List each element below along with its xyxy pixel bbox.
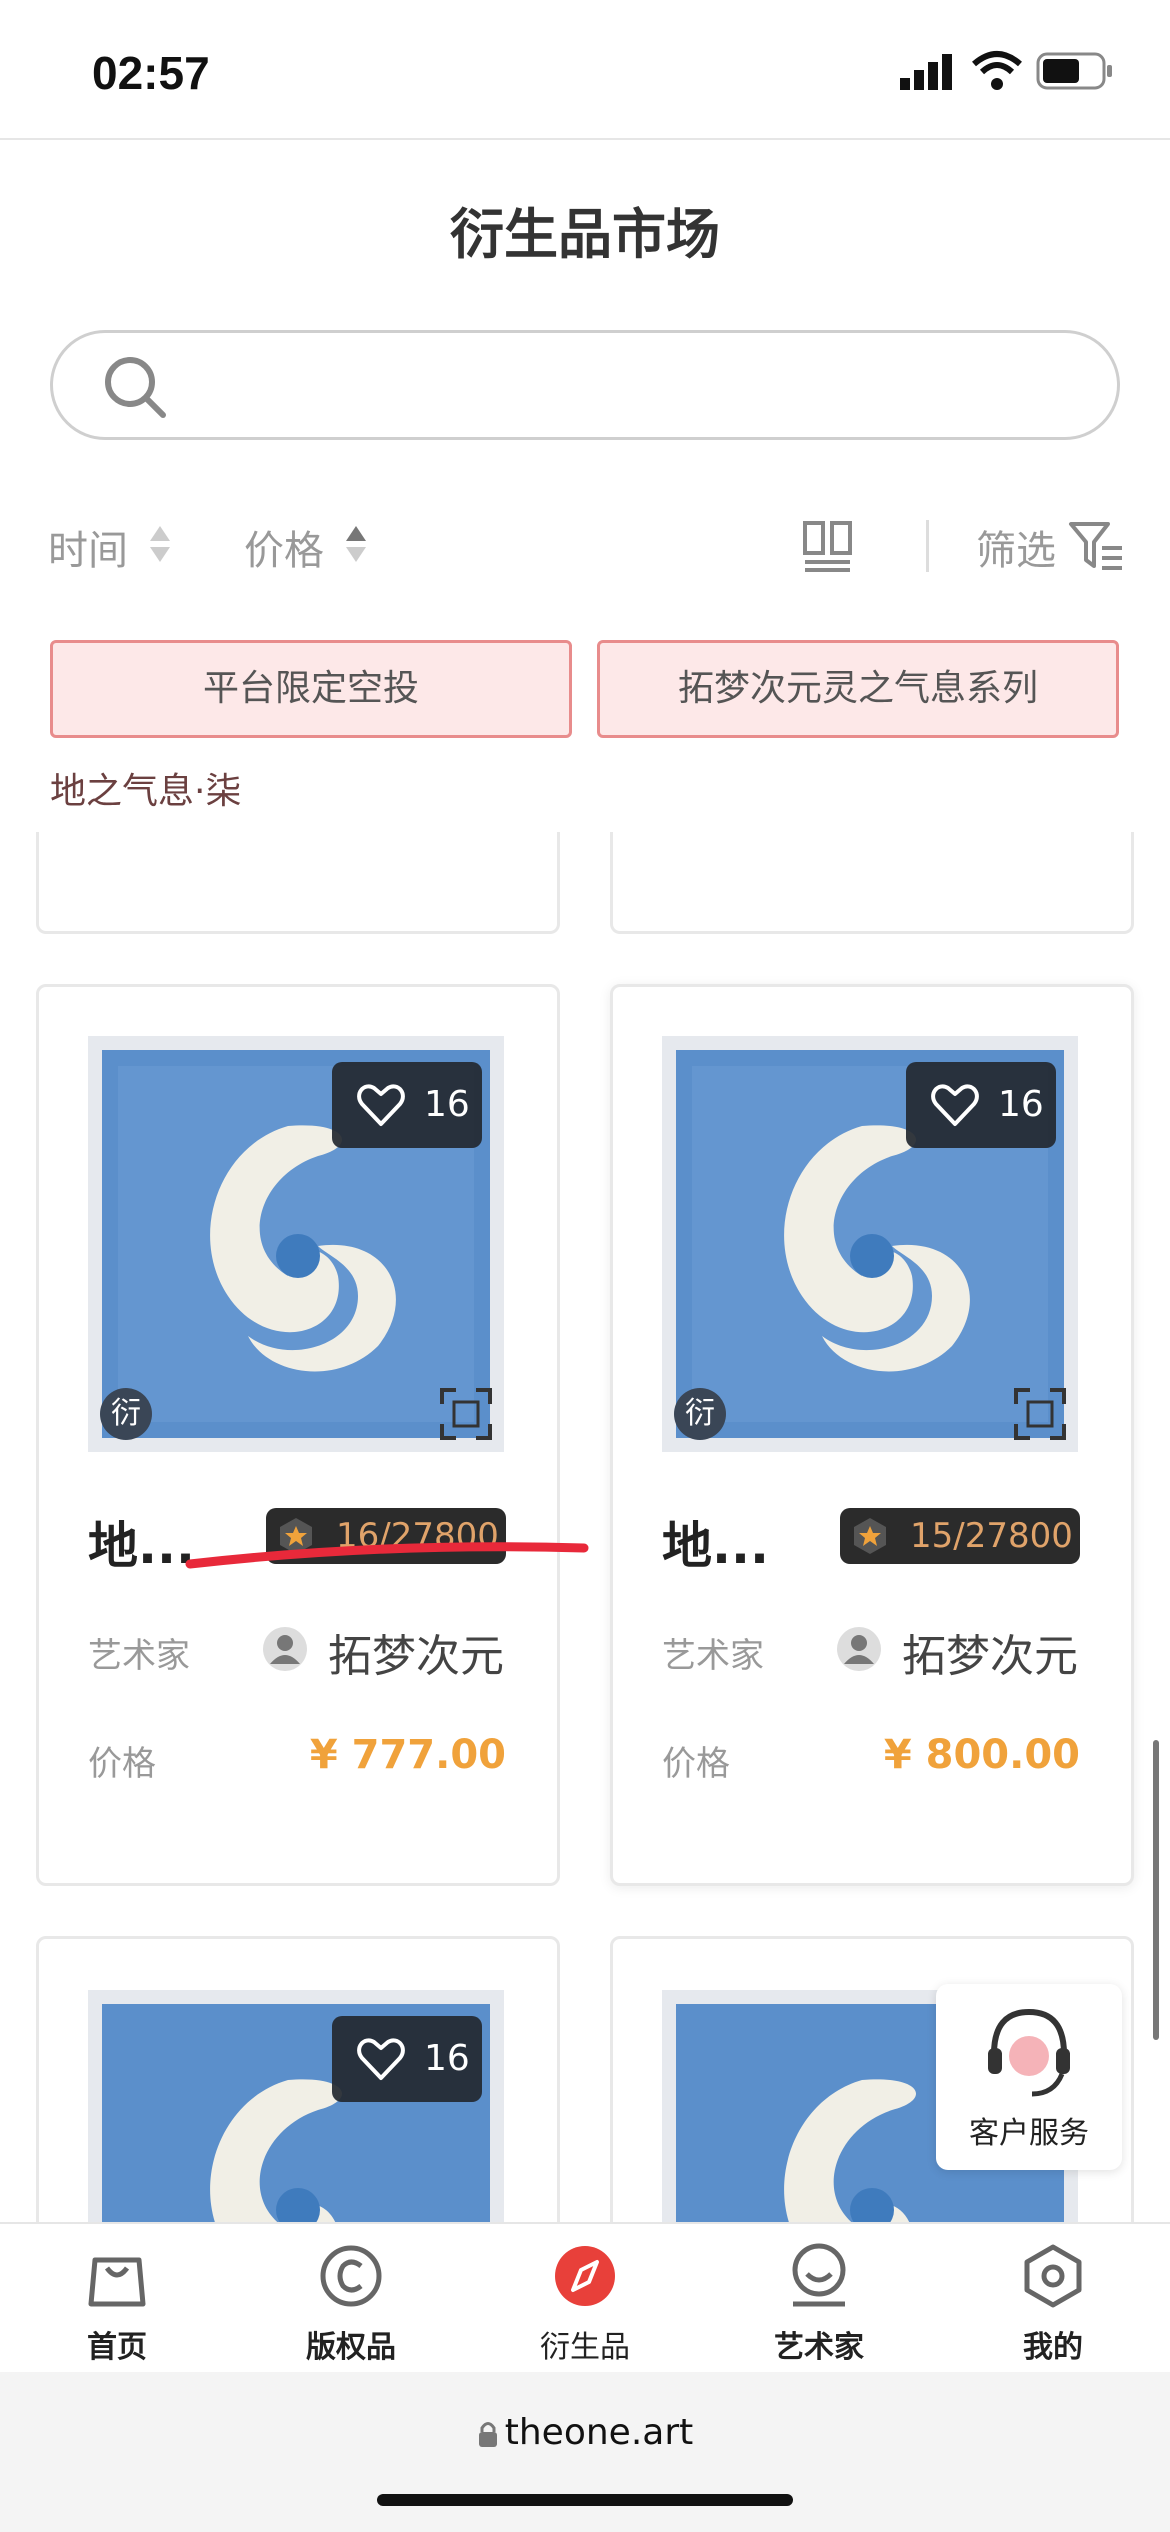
search-input[interactable]: [193, 353, 1073, 419]
page-title: 衍生品市场: [450, 203, 720, 266]
price-value: ¥ 777.00: [309, 1732, 506, 1778]
nav-artists[interactable]: 艺术家: [702, 2224, 936, 2374]
artist-icon: [792, 2243, 846, 2307]
nav-home[interactable]: 首页: [0, 2224, 234, 2374]
sort-price-arrows-icon[interactable]: [344, 524, 368, 564]
hexagon-icon: [1024, 2244, 1082, 2308]
customer-service-button[interactable]: 客户服务: [936, 1984, 1122, 2170]
heart-icon[interactable]: [930, 1082, 980, 1128]
fullscreen-icon[interactable]: [1012, 1386, 1068, 1442]
price-label: 价格: [662, 1744, 730, 1784]
avatar-icon: [837, 1627, 881, 1671]
like-counter[interactable]: 16: [332, 2016, 482, 2102]
product-name: 地...: [662, 1517, 769, 1575]
star-medal-icon: [854, 1518, 886, 1554]
status-time: 02:57: [92, 47, 210, 99]
like-count: 16: [998, 1084, 1044, 1125]
wifi-icon: [972, 51, 1022, 90]
price-label: 价格: [88, 1744, 156, 1784]
red-annotation-stroke: [185, 1542, 589, 1569]
artist-name[interactable]: 拓梦次元: [328, 1620, 504, 1684]
battery-icon: [1036, 52, 1112, 90]
nav-copyright[interactable]: 版权品: [234, 2224, 468, 2374]
home-indicator[interactable]: [377, 2494, 793, 2506]
avatar-icon: [263, 1627, 307, 1671]
copyright-icon: [320, 2245, 382, 2307]
nav-derivatives[interactable]: 衍生品: [468, 2224, 702, 2374]
price-value: ¥ 800.00: [883, 1732, 1080, 1778]
like-count: 16: [424, 1084, 470, 1125]
sort-time-arrows-icon[interactable]: [148, 524, 172, 564]
lock-icon: [478, 2422, 497, 2447]
like-counter[interactable]: 16: [906, 1062, 1056, 1148]
url-display[interactable]: theone.art: [0, 2412, 1170, 2453]
like-counter[interactable]: 16: [332, 1062, 482, 1148]
artist-label: 艺术家: [88, 1636, 190, 1676]
item-name: 地之气息·柒: [50, 771, 242, 812]
search-bar[interactable]: [50, 330, 1120, 440]
filter-icon[interactable]: [1068, 520, 1124, 572]
sort-time[interactable]: 时间: [48, 518, 128, 576]
nav-copyright-label: 版权品: [306, 2330, 396, 2365]
nav-artists-label: 艺术家: [774, 2330, 864, 2365]
sort-price[interactable]: 价格: [244, 518, 324, 576]
fullscreen-icon[interactable]: [438, 1386, 494, 1442]
edition-number: 15/27800: [910, 1516, 1073, 1556]
heart-icon[interactable]: [356, 2036, 406, 2082]
artist-label: 艺术家: [662, 1636, 764, 1676]
status-bar: 02:57: [0, 0, 1170, 140]
search-icon: [105, 357, 166, 418]
tag-platform-airdrop: 平台限定空投: [50, 640, 572, 738]
derivative-badge: 衍: [674, 1388, 726, 1440]
shopping-bag-icon: [88, 2257, 146, 2307]
product-image[interactable]: 16: [88, 1990, 504, 2222]
artist-name[interactable]: 拓梦次元: [902, 1620, 1078, 1684]
sort-divider: [926, 520, 929, 572]
edition-badge: 15/27800: [840, 1508, 1080, 1564]
nav-home-label: 首页: [87, 2330, 147, 2365]
compass-icon: [555, 2246, 615, 2306]
browser-url-bar: theone.art: [0, 2372, 1170, 2532]
filter-button[interactable]: 筛选: [976, 518, 1056, 576]
grid-view-icon[interactable]: [802, 520, 854, 574]
url-text: theone.art: [504, 2412, 694, 2453]
nav-mine[interactable]: 我的: [936, 2224, 1170, 2374]
product-image[interactable]: 16 衍: [88, 1036, 504, 1452]
product-image[interactable]: 16 衍: [662, 1036, 1078, 1452]
heart-icon[interactable]: [356, 1082, 406, 1128]
product-name: 地...: [88, 1517, 195, 1575]
nav-derivatives-label: 衍生品: [540, 2330, 630, 2365]
bottom-nav: 首页 版权品 衍生品 艺术家 我的: [0, 2222, 1170, 2372]
customer-service-label: 客户服务: [969, 2116, 1089, 2151]
like-count: 16: [424, 2038, 470, 2079]
cellular-signal-icon: [900, 54, 952, 90]
scrollbar[interactable]: [1153, 1740, 1159, 2040]
tag-series: 拓梦次元灵之气息系列: [597, 640, 1119, 738]
headset-icon: [988, 2008, 1070, 2097]
derivative-badge: 衍: [100, 1388, 152, 1440]
nav-mine-label: 我的: [1023, 2330, 1083, 2365]
